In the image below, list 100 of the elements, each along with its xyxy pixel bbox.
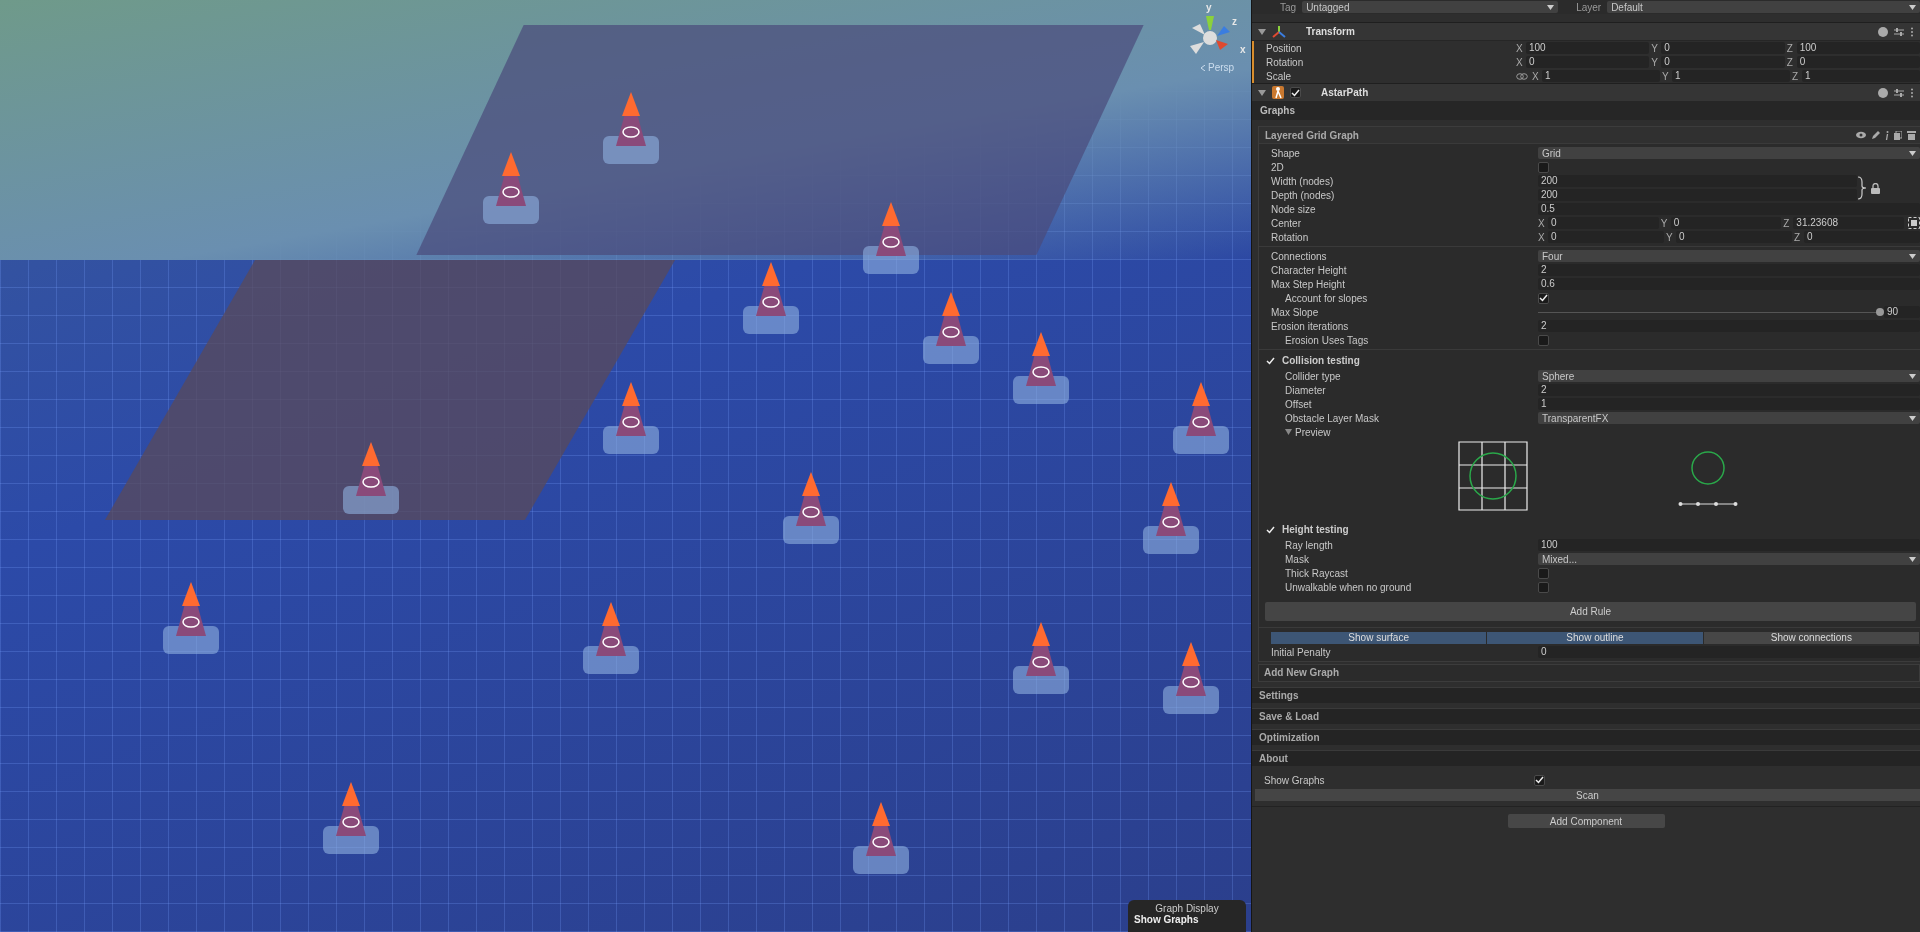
- cone-icon: [860, 200, 922, 276]
- dropdown[interactable]: Mixed...: [1538, 553, 1920, 565]
- number-field[interactable]: 0: [1548, 217, 1659, 229]
- component-header[interactable]: Transform: [1252, 22, 1920, 41]
- kebab-menu-icon[interactable]: [1910, 87, 1914, 98]
- number-field[interactable]: 1: [1802, 70, 1920, 82]
- property-label: Node size: [1270, 203, 1317, 215]
- section-header[interactable]: About: [1252, 750, 1920, 766]
- number-field[interactable]: 0: [1661, 42, 1785, 54]
- cone-icon: [1170, 380, 1232, 456]
- input-field[interactable]: 0: [1538, 646, 1920, 658]
- input-field[interactable]: 2: [1538, 384, 1920, 396]
- property-label: Obstacle Layer Mask: [1284, 412, 1380, 424]
- section-header[interactable]: Add New Graph: [1258, 664, 1920, 682]
- property-label: Show Graphs: [1263, 774, 1326, 786]
- input-field[interactable]: 0.5: [1538, 203, 1920, 215]
- display-toggle[interactable]: Show surface: [1271, 631, 1488, 644]
- caret-icon: [1909, 415, 1916, 421]
- input-field[interactable]: 2: [1538, 264, 1920, 276]
- scan-button[interactable]: Scan: [1255, 789, 1920, 801]
- number-field[interactable]: 100: [1526, 42, 1650, 54]
- foldout-icon[interactable]: [1285, 429, 1292, 435]
- info-icon[interactable]: [1885, 130, 1889, 140]
- axis-label: Z: [1794, 231, 1802, 243]
- graph-title[interactable]: Layered Grid Graph: [1265, 129, 1359, 141]
- section-label: Height testing: [1282, 524, 1349, 535]
- caret-icon: [1909, 4, 1916, 10]
- checkbox[interactable]: [1290, 87, 1301, 98]
- brace-icon: [1857, 176, 1867, 200]
- property-label: Width (nodes): [1270, 175, 1335, 187]
- display-toggle[interactable]: Show outline: [1487, 631, 1704, 644]
- component-header[interactable]: AstarPath: [1252, 83, 1920, 102]
- cone-icon: [600, 380, 662, 456]
- cone-icon: [740, 260, 802, 336]
- cone-icon: [320, 780, 382, 856]
- trash-icon[interactable]: [1907, 130, 1916, 140]
- preset-sliders-icon[interactable]: [1894, 87, 1904, 98]
- copy-icon[interactable]: [1894, 130, 1902, 140]
- section-header[interactable]: Optimization: [1252, 729, 1920, 745]
- checkbox[interactable]: [1538, 581, 1549, 593]
- section-header[interactable]: Graphs: [1252, 102, 1920, 120]
- tag-label: Tag: [1280, 1, 1297, 13]
- checkbox[interactable]: [1534, 774, 1545, 786]
- add-rule-button[interactable]: Add Rule: [1265, 602, 1916, 621]
- property-label: Rotation: [1265, 56, 1305, 68]
- input-field[interactable]: 200: [1538, 175, 1857, 187]
- section-header[interactable]: Save & Load: [1252, 708, 1920, 724]
- add-component-button[interactable]: Add Component: [1507, 814, 1665, 828]
- checkbox[interactable]: [1538, 161, 1549, 173]
- number-field[interactable]: 100: [1796, 42, 1920, 54]
- overlay-item[interactable]: Show Graphs: [1134, 914, 1199, 925]
- dropdown[interactable]: Four: [1538, 250, 1920, 262]
- foldout-label[interactable]: Preview: [1295, 426, 1331, 438]
- number-field[interactable]: 0: [1804, 231, 1920, 243]
- input-field[interactable]: 1: [1538, 398, 1920, 410]
- input-field[interactable]: 2: [1538, 320, 1920, 332]
- axis-label: X: [1532, 70, 1540, 82]
- dropdown[interactable]: Grid: [1538, 147, 1920, 159]
- axis-label: y: [1206, 2, 1212, 13]
- number-field[interactable]: 0: [1526, 56, 1650, 68]
- property-label: Max Step Height: [1270, 278, 1346, 290]
- layer-label: Layer: [1576, 1, 1602, 13]
- tag-dropdown[interactable]: Untagged: [1302, 1, 1559, 13]
- caret-icon: [1909, 150, 1916, 156]
- cone-icon: [1010, 330, 1072, 406]
- number-field[interactable]: 90: [1884, 306, 1920, 318]
- number-field[interactable]: 0: [1796, 56, 1920, 68]
- pencil-icon[interactable]: [1871, 130, 1880, 140]
- number-field[interactable]: 0: [1676, 231, 1792, 243]
- property-label: Erosion iterations: [1270, 320, 1350, 332]
- link-icon[interactable]: [1516, 72, 1528, 80]
- dropdown[interactable]: Sphere: [1538, 370, 1920, 382]
- number-field[interactable]: 0: [1548, 231, 1664, 243]
- lock-icon[interactable]: [1871, 182, 1880, 194]
- side-preview-drawing: [1678, 451, 1738, 507]
- axis-label: X: [1516, 42, 1524, 54]
- number-field[interactable]: 31.23608: [1793, 217, 1904, 229]
- input-field[interactable]: 100: [1538, 539, 1920, 551]
- axis-label: Y: [1660, 217, 1669, 229]
- property-label: Character Height: [1270, 264, 1348, 276]
- dropdown[interactable]: TransparentFX: [1538, 412, 1920, 424]
- input-field[interactable]: 0.6: [1538, 278, 1920, 290]
- preset-sliders-icon[interactable]: [1894, 26, 1904, 37]
- input-field[interactable]: 200: [1538, 189, 1857, 201]
- snap-icon[interactable]: [1908, 217, 1920, 229]
- layer-dropdown[interactable]: Default: [1607, 1, 1920, 13]
- cone-icon: [160, 580, 222, 656]
- display-toggle[interactable]: Show connections: [1703, 631, 1920, 644]
- number-field[interactable]: 0: [1670, 217, 1782, 229]
- checkbox[interactable]: [1538, 334, 1549, 346]
- number-field[interactable]: 1: [1542, 70, 1660, 82]
- kebab-menu-icon[interactable]: [1910, 26, 1914, 37]
- section-label: Collision testing: [1282, 355, 1360, 366]
- checkbox[interactable]: [1538, 292, 1549, 304]
- number-field[interactable]: 0: [1661, 56, 1785, 68]
- number-field[interactable]: 1: [1672, 70, 1790, 82]
- eye-icon[interactable]: [1856, 131, 1866, 139]
- section-header[interactable]: Settings: [1252, 687, 1920, 703]
- property-label: Offset: [1284, 398, 1313, 410]
- checkbox[interactable]: [1538, 567, 1549, 579]
